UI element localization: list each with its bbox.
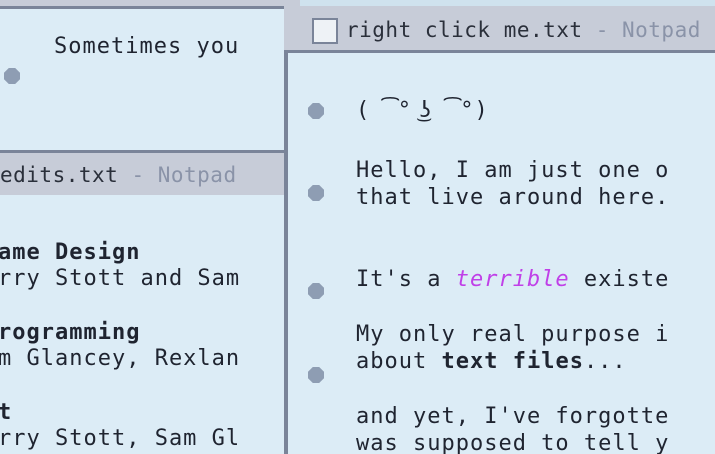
para4-line2: was supposed to tell y (356, 431, 670, 454)
background-notepad-window: Sometimes you (0, 0, 300, 150)
para3-line2: about text files... (356, 349, 627, 374)
credits-notepad-window[interactable]: edits.txt - Notpad ame Design rry Stott … (0, 150, 290, 454)
credits-names-art: rry Stott, Sam Gl (0, 426, 241, 451)
para4-line1: and yet, I've forgotte (356, 404, 670, 429)
lenny-face-text: ( ͡° ͜ʖ ͡°) (356, 98, 489, 123)
para2-line: It's a terrible existe (356, 267, 670, 292)
para1-line1: Hello, I am just one o (356, 158, 670, 183)
bullet-icon (308, 283, 324, 299)
document-icon (312, 18, 338, 44)
text-files-bold: text files (441, 349, 584, 374)
main-window-content[interactable]: ( ͡° ͜ʖ ͡°) Hello, I am just one o that … (284, 53, 715, 454)
bullet-icon (308, 103, 324, 119)
main-window-titlebar[interactable]: right click me.txt - Notpad (284, 6, 715, 53)
background-window-titlebar (0, 0, 300, 9)
credits-names-programming: m Glancey, Rexlan (0, 346, 241, 371)
credits-window-titlebar[interactable]: edits.txt - Notpad (0, 150, 290, 198)
bullet-icon (308, 185, 324, 201)
credits-window-content: ame Design rry Stott and Sam rogramming … (0, 195, 290, 454)
credits-heading-art: t (0, 400, 13, 425)
bullet-icon (308, 367, 324, 383)
credits-window-title: edits.txt - Notpad (0, 163, 237, 187)
main-window-title: right click me.txt - Notpad (346, 18, 701, 42)
background-window-text: Sometimes you (54, 34, 240, 59)
para3-line1: My only real purpose i (356, 322, 670, 347)
credits-heading-programming: rogramming (0, 320, 141, 345)
credits-names-game-design: rry Stott and Sam (0, 266, 241, 291)
credits-heading-game-design: ame Design (0, 240, 141, 265)
para1-line2: that live around here. (356, 185, 670, 210)
right-click-me-notepad-window[interactable]: right click me.txt - Notpad ( ͡° ͜ʖ ͡°) … (284, 6, 715, 454)
bullet-icon (4, 68, 20, 84)
terrible-word: terrible (455, 267, 570, 292)
